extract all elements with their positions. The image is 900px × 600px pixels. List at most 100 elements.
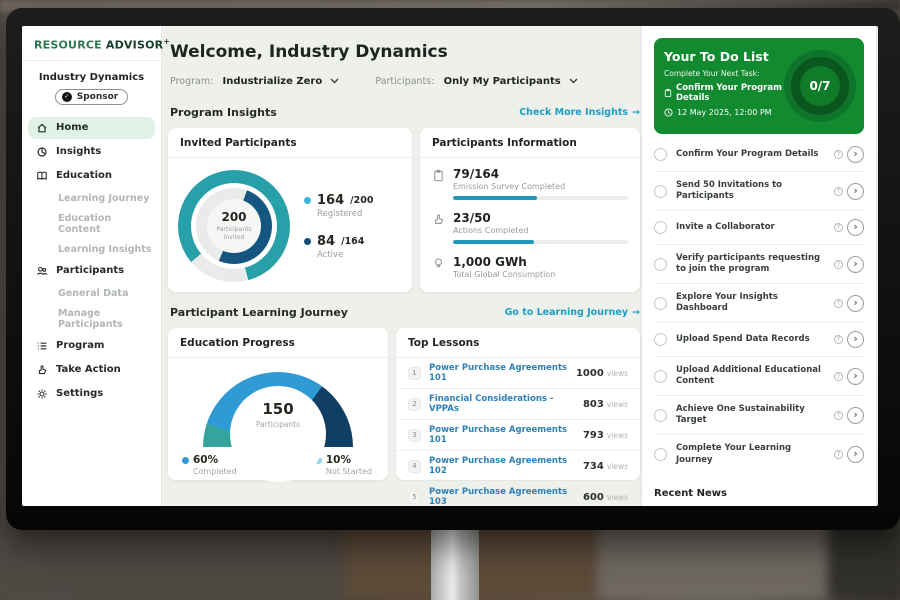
lesson-link[interactable]: Power Purchase Agreements 102 [429, 456, 583, 476]
lesson-link[interactable]: Power Purchase Agreements 101 [429, 363, 576, 383]
card-title: Education Progress [168, 328, 388, 358]
progress-track [453, 196, 628, 200]
sidebar-item-take-action[interactable]: Take Action [22, 359, 161, 381]
legend-dot [304, 197, 311, 204]
views-suffix: views [607, 400, 628, 409]
legend-label: Completed [193, 467, 237, 476]
card-title: Invited Participants [168, 128, 412, 158]
todo-progress-ring: 0/7 [784, 50, 856, 122]
sidebar-item-education-content[interactable]: Education Content [22, 209, 161, 239]
todo-summary-card: Your To Do List Complete Your Next Task:… [654, 38, 864, 134]
lesson-rank: 3 [408, 429, 421, 442]
background-band [600, 520, 835, 600]
check-more-insights-link[interactable]: Check More Insights→ [519, 107, 640, 118]
task-checkbox[interactable] [654, 185, 667, 198]
participants-filter[interactable]: Participants: Only My Participants [375, 76, 577, 87]
sidebar-item-settings[interactable]: Settings [22, 383, 161, 405]
sponsor-badge-icon: ✓ [62, 92, 72, 102]
legend-denominator: /164 [341, 236, 364, 247]
task-checkbox[interactable] [654, 409, 667, 422]
legend-not-started: 10% Not Started [315, 454, 372, 476]
task-chevron-button[interactable]: › [847, 219, 864, 236]
invited-center-label: Participants Invited [216, 226, 251, 242]
participants-filter-label: Participants: [375, 76, 434, 87]
go-to-learning-journey-link[interactable]: Go to Learning Journey→ [505, 307, 640, 318]
task-label: Upload Spend Data Records [676, 334, 830, 345]
gauge-center-value: 150 [168, 400, 388, 418]
views-suffix: views [607, 431, 628, 440]
task-chevron-button[interactable]: › [847, 407, 864, 424]
legend-dot [182, 457, 189, 464]
sidebar-item-program[interactable]: Program [22, 335, 161, 357]
sidebar-item-education[interactable]: Education [22, 165, 161, 187]
task-chevron-button[interactable]: › [847, 146, 864, 163]
info-icon[interactable]: ? [834, 372, 843, 381]
task-chevron-button[interactable]: › [847, 368, 864, 385]
sidebar-item-participants[interactable]: Participants [22, 260, 161, 282]
sidebar-item-learning-journey[interactable]: Learning Journey [22, 189, 161, 208]
chevron-down-icon [569, 78, 578, 84]
lesson-link[interactable]: Financial Considerations - VPPAs [429, 394, 583, 414]
info-icon[interactable]: ? [834, 187, 843, 196]
program-insights-header: Program Insights Check More Insights→ [170, 106, 640, 119]
lesson-views: 734 [583, 461, 604, 472]
sidebar-item-manage-participants[interactable]: Manage Participants [22, 304, 161, 334]
sidebar-item-label: Take Action [56, 364, 121, 375]
lesson-link[interactable]: Power Purchase Agreements 103 [429, 487, 583, 506]
task-checkbox[interactable] [654, 370, 667, 383]
task-checkbox[interactable] [654, 297, 667, 310]
task-chevron-button[interactable]: › [847, 295, 864, 312]
sidebar-item-home[interactable]: Home [28, 117, 155, 139]
lesson-rank: 5 [408, 491, 421, 504]
task-row: Invite a Collaborator ? › [654, 211, 864, 245]
education-gauge: 150 Participants [168, 358, 388, 452]
task-checkbox[interactable] [654, 258, 667, 271]
info-icon[interactable]: ? [834, 335, 843, 344]
info-icon[interactable]: ? [834, 223, 843, 232]
insights-icon [36, 146, 48, 158]
info-card-body: 79/164 Emission Survey Completed 23/50 A… [420, 158, 640, 299]
task-chevron-button[interactable]: › [847, 446, 864, 463]
legend-pct: 10% [326, 454, 351, 466]
task-checkbox[interactable] [654, 221, 667, 234]
lesson-link[interactable]: Power Purchase Agreements 101 [429, 425, 583, 445]
lesson-rank: 4 [408, 460, 421, 473]
task-row: Send 50 Invitations to Participants ? › [654, 172, 864, 211]
info-icon[interactable]: ? [834, 411, 843, 420]
task-chevron-button[interactable]: › [847, 331, 864, 348]
info-icon[interactable]: ? [834, 150, 843, 159]
monitor-bezel: RESOURCE ADVISOR+ Industry Dynamics ✓ Sp… [6, 8, 900, 530]
task-row: Achieve One Sustainability Target ? › [654, 396, 864, 435]
task-checkbox[interactable] [654, 448, 667, 461]
info-icon[interactable]: ? [834, 260, 843, 269]
progress-fill [453, 240, 534, 244]
sidebar-item-insights[interactable]: Insights [22, 141, 161, 163]
task-label: Invite a Collaborator [676, 222, 830, 233]
book-icon [36, 170, 48, 182]
home-icon [36, 122, 48, 134]
stat-value: 1,000 GWh [453, 255, 628, 269]
sidebar-item-general-data[interactable]: General Data [22, 284, 161, 303]
participants-filter-value: Only My Participants [444, 76, 561, 87]
sidebar: RESOURCE ADVISOR+ Industry Dynamics ✓ Sp… [22, 26, 162, 506]
task-label: Confirm Your Program Details [676, 149, 830, 160]
progress-fill [453, 196, 537, 200]
info-icon[interactable]: ? [834, 299, 843, 308]
sidebar-nav: Home Insights Education Learning Journey… [22, 117, 161, 405]
lesson-row: 4 Power Purchase Agreements 102 734 view… [396, 451, 640, 482]
monitor-stand [431, 524, 479, 600]
card-title: Top Lessons [396, 328, 640, 358]
program-filter[interactable]: Program: Industrialize Zero [170, 76, 339, 87]
sidebar-item-label: Program [56, 340, 104, 351]
info-icon[interactable]: ? [834, 450, 843, 459]
recent-news-card: Recent News [642, 478, 876, 506]
task-chevron-button[interactable]: › [847, 183, 864, 200]
task-checkbox[interactable] [654, 333, 667, 346]
sidebar-item-label: Insights [56, 146, 101, 157]
task-checkbox[interactable] [654, 148, 667, 161]
organization-name: Industry Dynamics [22, 72, 161, 83]
task-chevron-button[interactable]: › [847, 256, 864, 273]
legend-value: 164 [317, 193, 344, 208]
education-progress-card: Education Progress 150 Participants 60% … [168, 328, 388, 480]
sidebar-item-learning-insights[interactable]: Learning Insights [22, 240, 161, 259]
